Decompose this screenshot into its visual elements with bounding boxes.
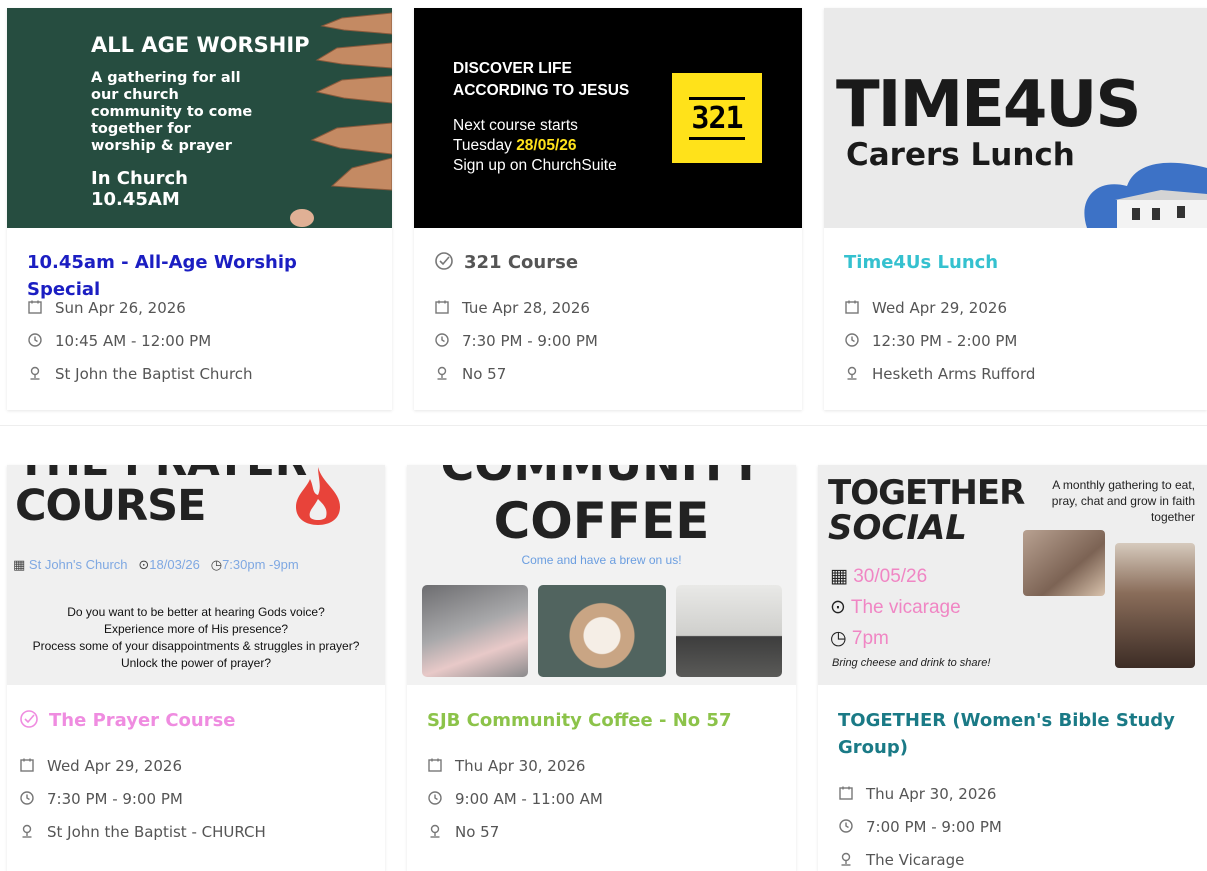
banner-subheading: Carers Lunch: [846, 137, 1075, 173]
calendar-icon: [27, 299, 43, 315]
coffee-photo-cafe: [676, 585, 782, 677]
women-photo-2: [1115, 543, 1195, 668]
event-card[interactable]: THE PRAYER COURSE ▦ St John's Church ⊙18…: [7, 465, 385, 871]
banner-heading: TOGETHER: [828, 473, 1025, 513]
coffee-photo-mug: [538, 585, 666, 677]
event-title[interactable]: 321 Course: [434, 249, 782, 276]
event-banner-image[interactable]: TIME4US Carers Lunch: [824, 8, 1207, 228]
location-pin-icon: [838, 851, 854, 867]
event-time: 7:30 PM - 9:00 PM: [434, 332, 598, 350]
clock-icon: [838, 818, 854, 834]
event-date: Tue Apr 28, 2026: [434, 299, 590, 317]
calendar-icon: [844, 299, 860, 315]
event-card[interactable]: ALL AGE WORSHIP A gathering for all our …: [7, 8, 392, 410]
flame-icon: [296, 467, 340, 525]
location-pin-icon: [427, 823, 443, 839]
event-title[interactable]: TOGETHER (Women's Bible Study Group): [838, 707, 1187, 761]
event-location: No 57: [427, 823, 499, 841]
banner-heading: ALL AGE WORSHIP: [91, 33, 310, 57]
row-divider: [0, 425, 1207, 426]
clock-icon: [19, 790, 35, 806]
event-date: Wed Apr 29, 2026: [19, 757, 182, 775]
event-title[interactable]: Time4Us Lunch: [844, 249, 1187, 276]
course-logo: 321: [672, 73, 762, 163]
women-photo-1: [1023, 530, 1105, 596]
sky-rooftop-illustration: [1084, 162, 1207, 228]
event-date: Sun Apr 26, 2026: [27, 299, 186, 317]
banner-tagline: A monthly gathering to eat, pray, chat a…: [1051, 478, 1195, 524]
event-date: Wed Apr 29, 2026: [844, 299, 1007, 317]
event-time: 10:45 AM - 12:00 PM: [27, 332, 211, 350]
location-pin-icon: [27, 365, 43, 381]
calendar-icon: [19, 757, 35, 773]
location-pin-icon: [844, 365, 860, 381]
event-time: 7:30 PM - 9:00 PM: [19, 790, 183, 808]
banner-details: ▦ 30/05/26 ⊙ The vicarage ◷ 7pm: [830, 566, 961, 649]
banner-time: In Church 10.45AM: [91, 168, 188, 210]
location-pin-icon: [19, 823, 35, 839]
calendar-icon: [427, 757, 443, 773]
event-banner-image[interactable]: TOGETHER SOCIAL A monthly gathering to e…: [818, 465, 1207, 685]
calendar-icon: [838, 785, 854, 801]
banner-text: A gathering for all our church community…: [91, 70, 253, 154]
calendar-icon: [434, 299, 450, 315]
banner-heading: COURSE: [15, 481, 206, 531]
banner-subheading: Come and have a brew on us!: [521, 553, 682, 567]
clock-icon: [844, 332, 860, 348]
banner-note: Bring cheese and drink to share!: [832, 657, 991, 669]
event-location: Hesketh Arms Rufford: [844, 365, 1035, 383]
event-chips: ▦ St John's Church ⊙18/03/26 ◷7:30pm -9p…: [13, 557, 299, 572]
event-banner-image[interactable]: COMMUNITY COFFEE Come and have a brew on…: [407, 465, 796, 685]
banner-heading: TIME4US: [836, 68, 1141, 142]
banner-heading: COFFEE: [493, 492, 710, 550]
event-time: 7:00 PM - 9:00 PM: [838, 818, 1002, 836]
event-time: 9:00 AM - 11:00 AM: [427, 790, 603, 808]
event-location: The Vicarage: [838, 851, 964, 869]
event-banner-image[interactable]: DISCOVER LIFE ACCORDING TO JESUS Next co…: [414, 8, 802, 228]
coffee-photo-cups: [422, 585, 528, 677]
clock-icon: [27, 332, 43, 348]
banner-heading-top: COMMUNITY: [407, 465, 796, 488]
clock-icon: [434, 332, 450, 348]
check-circle-icon: [434, 251, 454, 271]
event-location: St John the Baptist - CHURCH: [19, 823, 266, 841]
event-card[interactable]: TOGETHER SOCIAL A monthly gathering to e…: [818, 465, 1207, 871]
event-banner-image[interactable]: ALL AGE WORSHIP A gathering for all our …: [7, 8, 392, 228]
event-title[interactable]: 10.45am - All-Age Worship Special: [27, 249, 372, 303]
banner-details: Next course starts Tuesday 28/05/26 Sign…: [453, 117, 617, 174]
event-title[interactable]: The Prayer Course: [19, 707, 365, 734]
event-location: No 57: [434, 365, 506, 383]
event-banner-image[interactable]: THE PRAYER COURSE ▦ St John's Church ⊙18…: [7, 465, 385, 685]
banner-questions: Do you want to be better at hearing Gods…: [32, 605, 360, 670]
hands-illustration: [290, 12, 392, 227]
event-card[interactable]: COMMUNITY COFFEE Come and have a brew on…: [407, 465, 796, 871]
location-pin-icon: [434, 365, 450, 381]
banner-heading-2: SOCIAL: [828, 508, 967, 548]
event-date: Thu Apr 30, 2026: [427, 757, 585, 775]
banner-text: DISCOVER LIFE ACCORDING TO JESUS: [453, 60, 630, 99]
event-time: 12:30 PM - 2:00 PM: [844, 332, 1017, 350]
check-circle-icon: [19, 709, 39, 729]
event-date: Thu Apr 30, 2026: [838, 785, 996, 803]
event-title[interactable]: SJB Community Coffee - No 57: [427, 707, 776, 734]
event-card[interactable]: DISCOVER LIFE ACCORDING TO JESUS Next co…: [414, 8, 802, 410]
event-card[interactable]: TIME4US Carers Lunch Time4Us Lunch Wed A…: [824, 8, 1207, 410]
event-location: St John the Baptist Church: [27, 365, 253, 383]
clock-icon: [427, 790, 443, 806]
